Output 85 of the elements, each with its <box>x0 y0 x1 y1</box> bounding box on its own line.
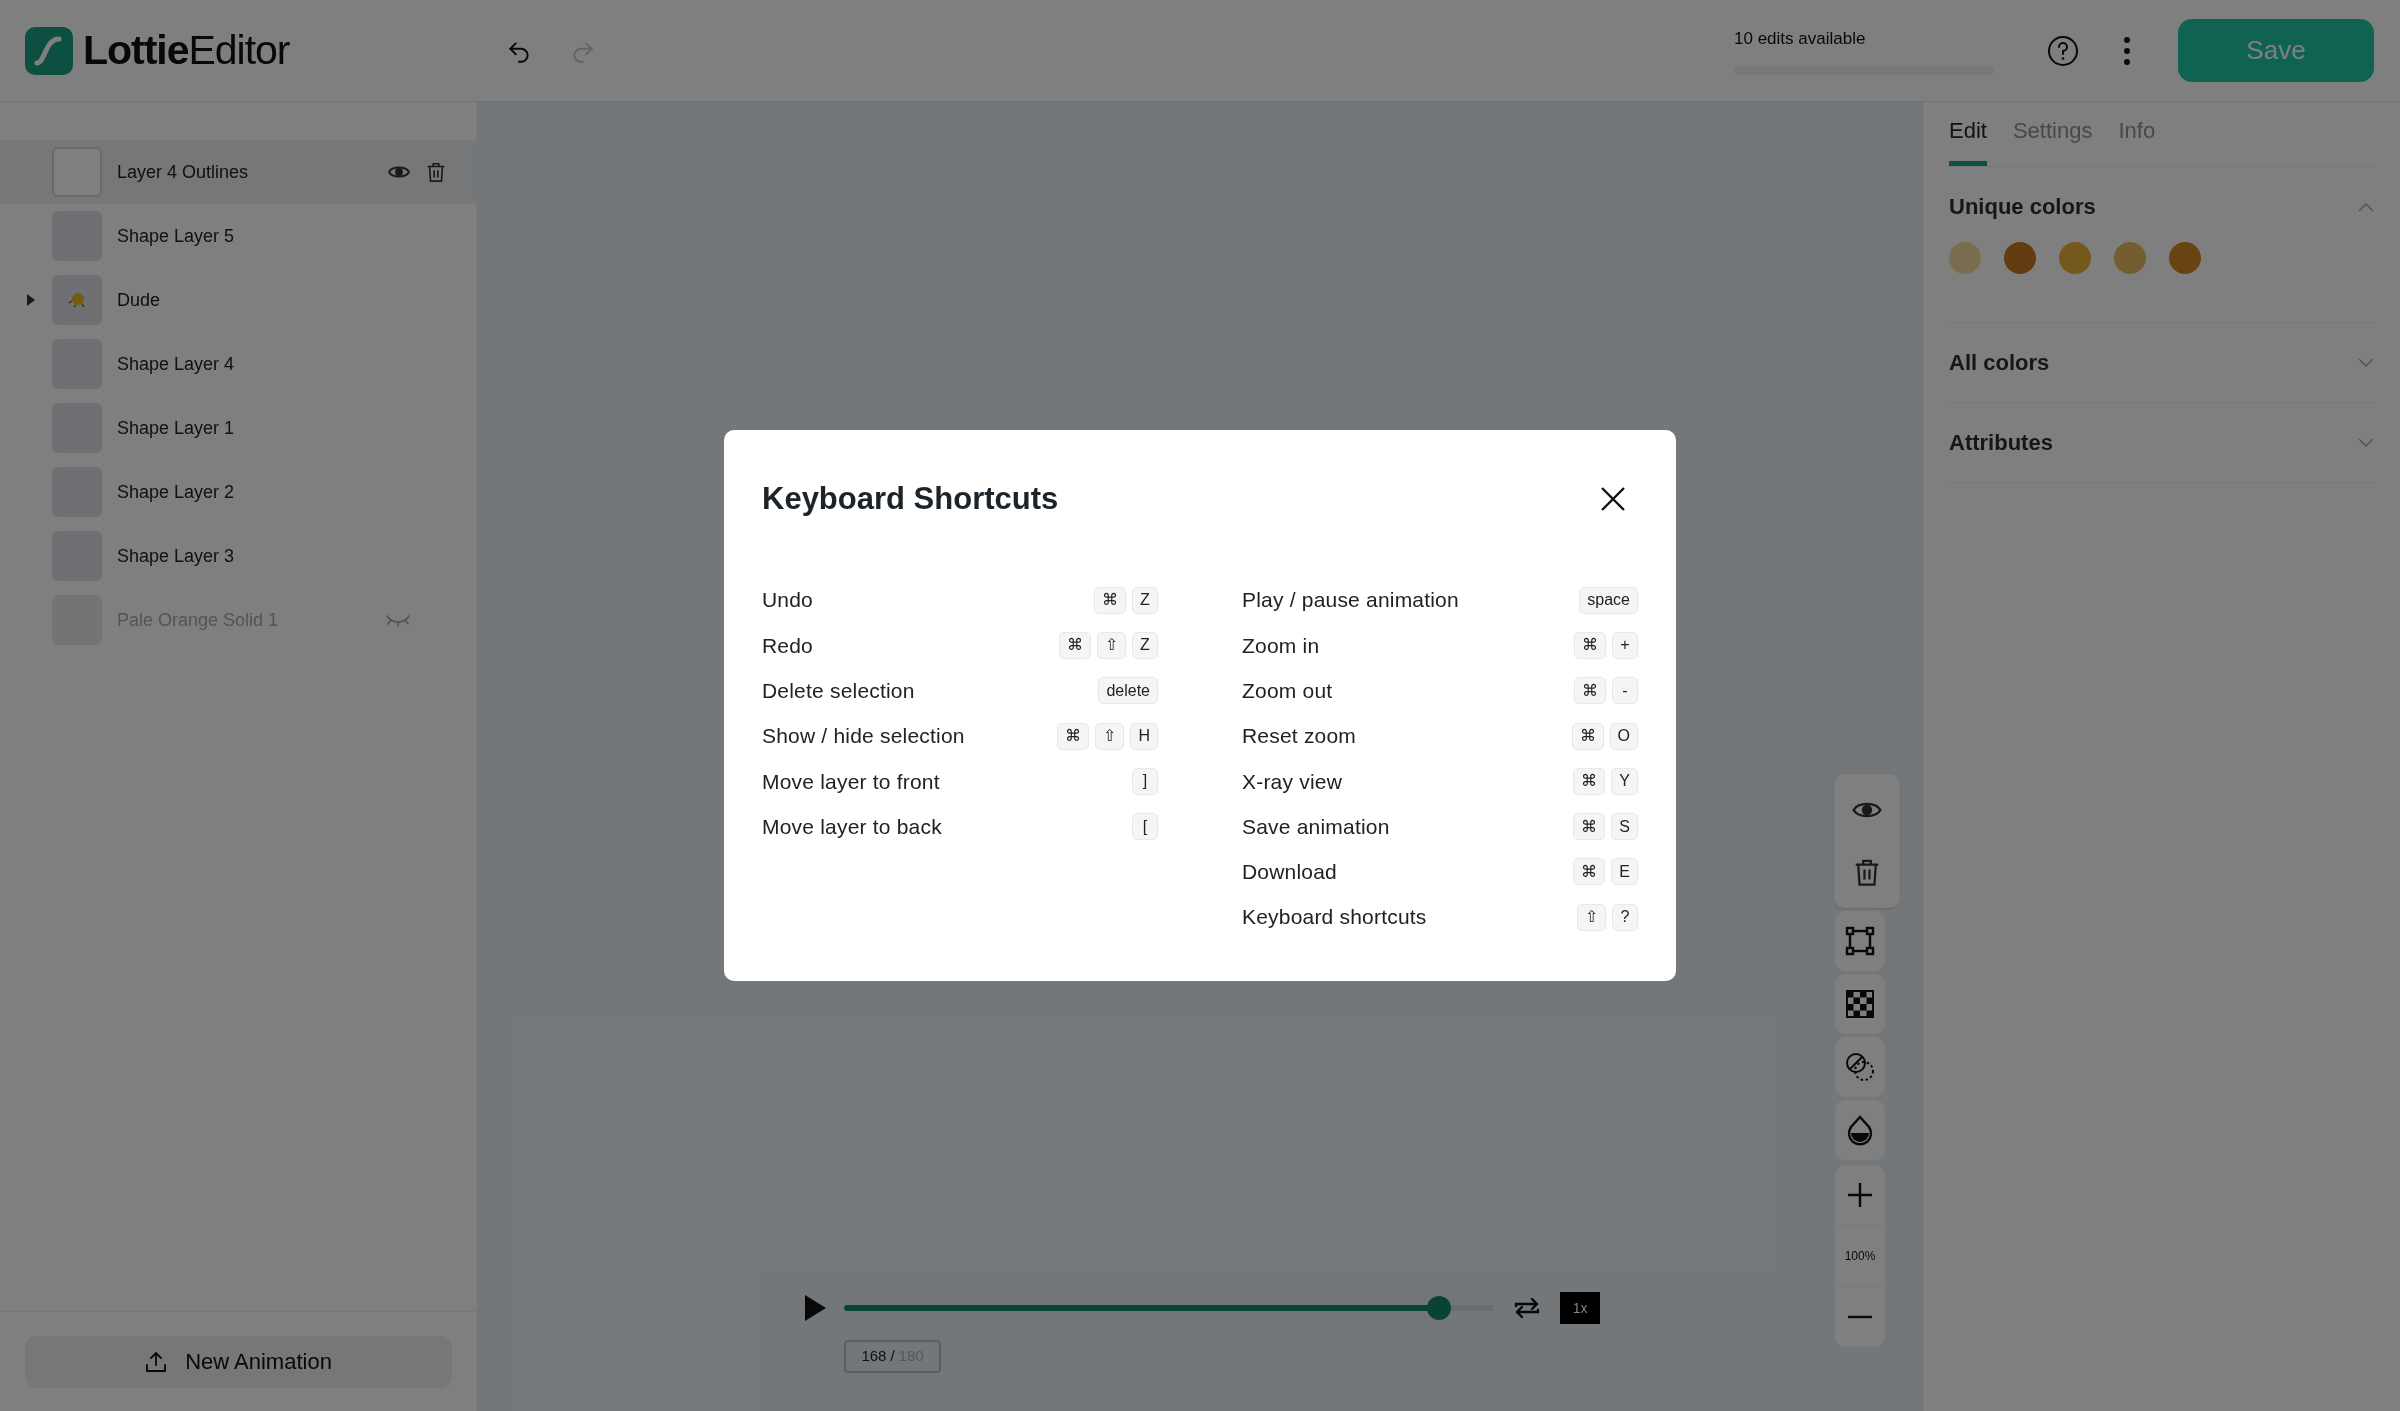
panel-tab[interactable]: Settings <box>2012 114 2093 166</box>
edits-remaining-text: 10 edits available <box>1734 28 1867 51</box>
delete-icon[interactable] <box>425 160 447 184</box>
key-cap: ⌘ <box>1574 631 1606 659</box>
panel-tab[interactable]: Info <box>2118 114 2156 166</box>
upload-icon <box>145 1350 168 1373</box>
key-cap: ⇧ <box>1095 722 1125 750</box>
layer-name: Shape Layer 1 <box>117 416 235 440</box>
shortcut-label: Undo <box>762 587 813 614</box>
color-swatch[interactable] <box>2004 242 2036 274</box>
color-swatch[interactable] <box>2114 242 2146 274</box>
layer-name: Shape Layer 3 <box>117 544 235 568</box>
help-icon[interactable] <box>2046 33 2080 68</box>
key-cap: + <box>1612 631 1638 659</box>
panel-tab[interactable]: Edit <box>1949 114 1987 166</box>
layer-row[interactable]: Layer 4 Outlines <box>0 140 477 204</box>
section-title[interactable]: All colors <box>1949 346 2050 379</box>
shortcut-label: Play / pause animation <box>1242 587 1459 614</box>
layer-row[interactable]: Shape Layer 5 <box>0 204 477 268</box>
key-cap: ⌘ <box>1059 631 1091 659</box>
drop-icon[interactable] <box>1835 1100 1885 1160</box>
color-swatch[interactable] <box>1949 242 1981 274</box>
shortcut-label: Save animation <box>1242 813 1390 840</box>
key-cap: ⌘ <box>1574 677 1606 705</box>
shortcut-label: Zoom out <box>1242 678 1333 704</box>
current-frame-text: 168 <box>861 1346 887 1367</box>
color-swatch[interactable] <box>2059 242 2091 274</box>
key-cap: ⌘ <box>1573 813 1606 841</box>
layer-row[interactable]: Dude <box>0 268 477 332</box>
key-cap: [ <box>1132 813 1158 841</box>
key-cap: ? <box>1612 903 1638 931</box>
key-cap: - <box>1612 677 1638 705</box>
key-cap: ⌘ <box>1573 858 1606 886</box>
key-cap: Y <box>1611 767 1638 795</box>
color-swatch[interactable] <box>2169 242 2201 274</box>
layer-name: Layer 4 Outlines <box>117 160 249 184</box>
section-title[interactable]: Attributes <box>1949 426 2053 459</box>
layer-row[interactable]: Shape Layer 2 <box>0 460 477 524</box>
logo-icon <box>25 26 73 75</box>
overlapping-circles-icon[interactable] <box>1835 1037 1885 1097</box>
key-cap: ⌘ <box>1057 722 1090 750</box>
shortcut-label: Move layer to back <box>762 813 942 840</box>
slider-thumb[interactable] <box>1426 1296 1451 1320</box>
key-cap: Z <box>1132 586 1158 614</box>
shortcut-label: Zoom in <box>1242 632 1320 659</box>
key-cap: Z <box>1132 631 1158 659</box>
key-cap: S <box>1611 813 1638 841</box>
shortcut-label: Move layer to front <box>762 768 940 795</box>
layer-name: Shape Layer 4 <box>117 352 235 376</box>
layer-name: Shape Layer 2 <box>117 480 235 504</box>
shortcut-label: Redo <box>762 632 813 659</box>
checkerboard-icon[interactable] <box>1835 974 1885 1034</box>
shortcut-label: Reset zoom <box>1242 723 1357 750</box>
transform-icon[interactable] <box>1835 911 1885 971</box>
key-cap: ] <box>1132 767 1158 795</box>
key-cap: ⌘ <box>1571 722 1604 750</box>
key-cap: ⌘ <box>1094 586 1126 614</box>
key-cap: ⌘ <box>1573 767 1606 795</box>
layer-name: Dude <box>117 288 161 312</box>
section-title[interactable]: Unique colors <box>1949 190 2096 223</box>
new-animation-button[interactable]: New Animation <box>25 1335 452 1388</box>
shortcut-label: Keyboard shortcuts <box>1242 904 1427 931</box>
layer-row[interactable]: Shape Layer 1 <box>0 396 477 460</box>
layer-thumbnail <box>52 147 102 197</box>
shortcut-label: Download <box>1242 859 1337 886</box>
dialog-title: Keyboard Shortcuts <box>762 480 1059 518</box>
layer-row[interactable]: Shape Layer 4 <box>0 332 477 396</box>
layer-row[interactable]: Shape Layer 3 <box>0 524 477 588</box>
zoom-level-text: 100% <box>1835 1225 1885 1287</box>
shortcut-label: Delete selection <box>762 678 915 704</box>
key-cap: H <box>1130 722 1158 750</box>
app-logo-text: LottieEditor <box>83 25 290 75</box>
shortcut-label: Show / hide selection <box>762 723 965 750</box>
figure-icon <box>68 292 86 308</box>
key-cap: O <box>1609 722 1638 750</box>
expand-caret-icon[interactable] <box>26 293 36 307</box>
speed-badge[interactable]: 1x <box>1560 1292 1600 1324</box>
key-cap: delete <box>1098 677 1158 705</box>
shortcut-label: X-ray view <box>1242 768 1343 795</box>
layer-name: Shape Layer 5 <box>117 224 235 248</box>
key-cap: ⇧ <box>1097 631 1126 659</box>
key-cap: ⇧ <box>1577 903 1606 931</box>
key-cap: E <box>1611 858 1638 886</box>
frame-separator-text: / <box>890 1346 895 1367</box>
key-cap: space <box>1579 586 1638 614</box>
